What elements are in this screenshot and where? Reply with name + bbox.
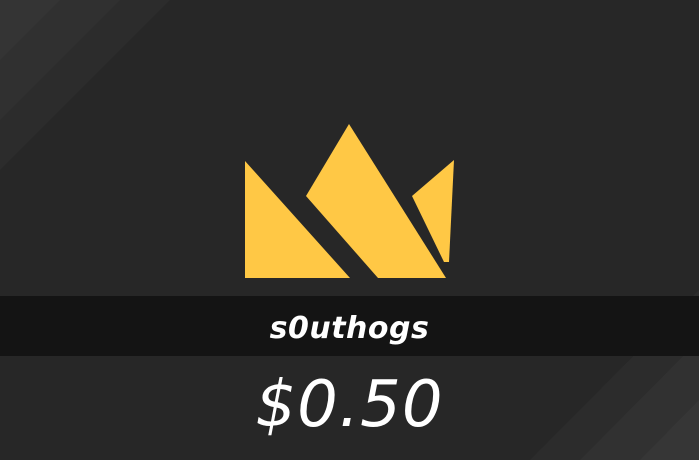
item-card[interactable]: s0uthogs $0.50: [0, 0, 699, 460]
price-label: $0.50: [255, 368, 444, 442]
name-band: s0uthogs: [0, 296, 699, 356]
player-name: s0uthogs: [269, 310, 430, 346]
